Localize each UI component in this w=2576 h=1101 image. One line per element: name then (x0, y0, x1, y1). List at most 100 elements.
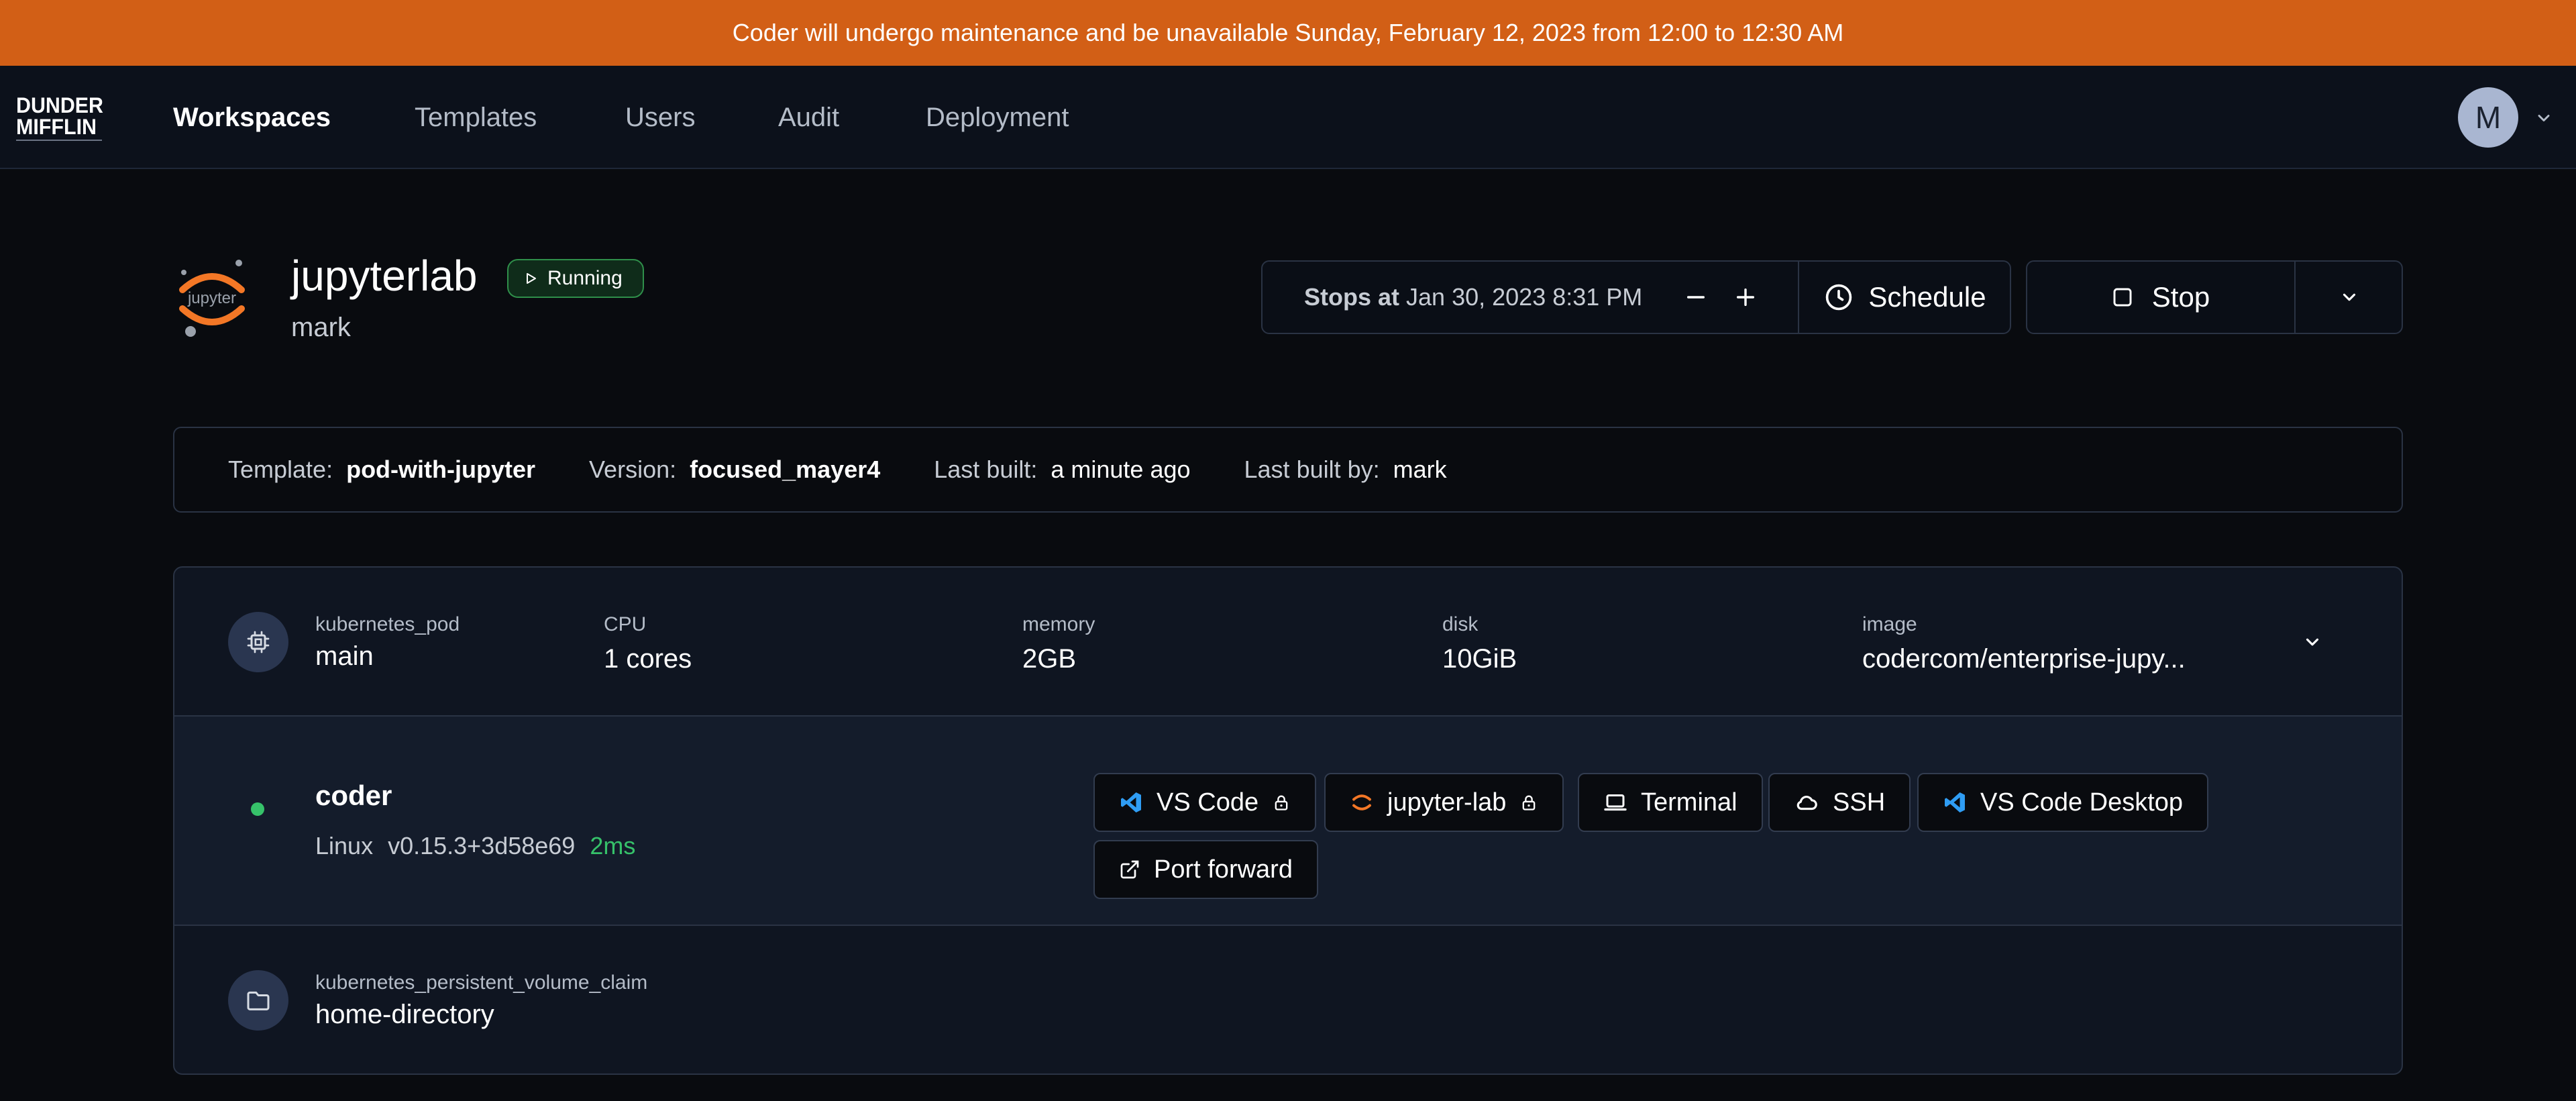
status-text: Running (547, 267, 623, 289)
status-badge: Running (507, 259, 644, 298)
lock-icon (1523, 795, 1536, 810)
folder-icon (247, 991, 270, 1010)
workspace-stats: Template: pod-with-jupyter Version: focu… (173, 427, 2403, 513)
resource-row-pvc: kubernetes_persistent_volume_claim home-… (174, 926, 2402, 1073)
nav-workspaces[interactable]: Workspaces (173, 66, 331, 169)
schedule-controls: Stops at Jan 30, 2023 8:31 PM Schedule (1261, 260, 2011, 334)
play-icon (527, 273, 536, 284)
stat-last-built: Last built: a minute ago (934, 456, 1190, 484)
increase-deadline-button[interactable] (1721, 262, 1770, 333)
meta-label: disk (1442, 613, 1479, 635)
app-vscode-button[interactable]: VS Code (1093, 773, 1317, 832)
resource-row-pod: kubernetes_pod main CPU 1 cores memory 2… (174, 568, 2402, 717)
app-label: jupyter-lab (1387, 788, 1507, 817)
stat-last-built-by: Last built by: mark (1244, 456, 1447, 484)
maintenance-banner: Coder will undergo maintenance and be un… (0, 0, 2576, 66)
stops-at-time: Jan 30, 2023 8:31 PM (1406, 283, 1643, 311)
resource-type: kubernetes_persistent_volume_claim (315, 972, 648, 994)
agent-name: coder (315, 780, 392, 811)
schedule-label: Schedule (1868, 281, 1986, 313)
template-link[interactable]: pod-with-jupyter (346, 456, 535, 484)
chevron-down-icon (2343, 293, 2356, 301)
more-actions-button[interactable] (2296, 262, 2403, 333)
stop-button[interactable]: Stop (2027, 262, 2294, 333)
plus-icon (1736, 288, 1755, 307)
resource-meta-image: image codercom/enterprise-jupy... (1862, 613, 2186, 674)
stat-value: mark (1393, 456, 1447, 483)
cpu-chip-icon (247, 631, 270, 653)
lock-icon (1275, 795, 1288, 810)
stat-label: Version: (589, 456, 677, 483)
app-label: VS Code Desktop (1980, 788, 2184, 817)
jupyter-logo-text: jupyter (187, 289, 236, 307)
jupyter-logo-icon: jupyter (179, 260, 245, 337)
logo-line1: DUNDER (16, 93, 103, 117)
nav-audit[interactable]: Audit (778, 66, 839, 169)
stat-label: Template: (228, 456, 333, 483)
stat-label: Last built by: (1244, 456, 1380, 483)
workspace-actions: Stop (2026, 260, 2403, 334)
meta-value: codercom/enterprise-jupy... (1862, 644, 2186, 674)
stat-template: Template: pod-with-jupyter (228, 456, 535, 484)
app-jupyter-lab-button[interactable]: jupyter-lab (1324, 773, 1564, 832)
agent-status-dot (251, 802, 264, 816)
top-navbar: DUNDER MIFFLIN Workspaces Templates User… (0, 66, 2576, 169)
resource-icon (228, 612, 288, 672)
resource-meta-disk: disk 10GiB (1442, 613, 1517, 674)
app-terminal-button[interactable]: Terminal (1578, 773, 1763, 832)
minus-icon (1686, 296, 1705, 299)
agent-latency: 2ms (590, 832, 636, 859)
meta-label: CPU (604, 613, 647, 635)
nav-deployment[interactable]: Deployment (926, 66, 1069, 169)
meta-label: memory (1022, 613, 1095, 635)
meta-value: 2GB (1022, 644, 1077, 674)
dunder-mifflin-logo[interactable]: DUNDER MIFFLIN (15, 91, 109, 145)
resource-name: home-directory (315, 1000, 494, 1029)
resource-type: kubernetes_pod (315, 613, 460, 635)
schedule-button[interactable]: Schedule (1799, 262, 2011, 333)
version-link[interactable]: focused_mayer4 (690, 456, 880, 484)
stop-icon (2113, 288, 2132, 307)
stop-label: Stop (2151, 281, 2210, 313)
resource-meta-cpu: CPU 1 cores (604, 613, 692, 674)
stops-at-text: Stops at Jan 30, 2023 8:31 PM (1263, 283, 1642, 311)
stat-value: a minute ago (1051, 456, 1191, 483)
app-vscode-desktop-button[interactable]: VS Code Desktop (1917, 773, 2209, 832)
nav-templates[interactable]: Templates (415, 66, 537, 169)
meta-label: image (1862, 613, 1917, 635)
agent-row: coder Linux v0.15.3+3d58e69 2ms VS Code … (174, 717, 2402, 926)
agent-version: v0.15.3+3d58e69 (388, 832, 576, 859)
terminal-icon (1604, 794, 1627, 811)
user-avatar[interactable]: M (2458, 87, 2518, 148)
logo-line2: MIFFLIN (16, 115, 97, 139)
app-label: Terminal (1641, 788, 1737, 817)
stops-at-label: Stops at (1304, 283, 1400, 311)
agent-os: Linux (315, 832, 374, 859)
port-forward-button[interactable]: Port forward (1093, 840, 1318, 899)
resources-table: kubernetes_pod main CPU 1 cores memory 2… (173, 566, 2403, 1075)
vscode-icon (1121, 792, 1141, 812)
resource-icon (228, 970, 288, 1031)
stat-version: Version: focused_mayer4 (589, 456, 880, 484)
app-ssh-button[interactable]: SSH (1768, 773, 1911, 832)
meta-value: 10GiB (1442, 644, 1517, 674)
clock-icon (1826, 284, 1852, 311)
vscode-icon (1945, 792, 1965, 812)
avatar-initial: M (2475, 100, 2502, 135)
agent-info: Linux v0.15.3+3d58e69 2ms (315, 832, 635, 860)
meta-value: 1 cores (604, 644, 692, 674)
banner-text: Coder will undergo maintenance and be un… (732, 19, 1844, 46)
nav-users[interactable]: Users (625, 66, 695, 169)
app-label: SSH (1833, 788, 1886, 817)
workspace-owner: mark (291, 313, 351, 342)
resource-name: main (315, 641, 374, 671)
app-label: VS Code (1157, 788, 1259, 817)
decrease-deadline-button[interactable] (1672, 262, 1720, 333)
chevron-down-icon[interactable] (2534, 109, 2553, 127)
external-link-icon (1120, 860, 1139, 879)
stat-label: Last built: (934, 456, 1038, 483)
chevron-down-icon[interactable] (2302, 632, 2322, 652)
app-label: Port forward (1154, 855, 1293, 884)
cloud-icon (1796, 796, 1817, 810)
workspace-name: jupyterlab (291, 252, 478, 300)
